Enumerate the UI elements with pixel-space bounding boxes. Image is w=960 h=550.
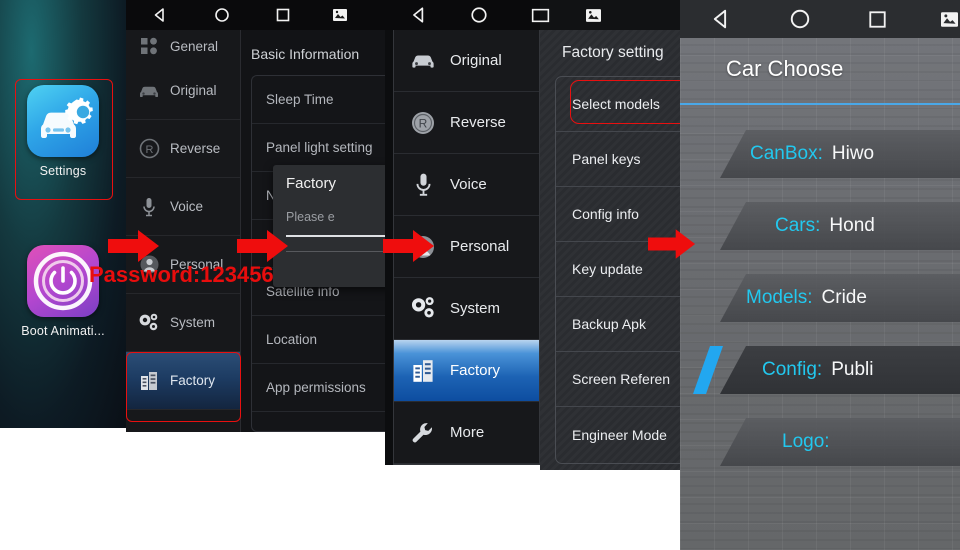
sidebar-item-reverse[interactable]: R Reverse — [126, 120, 240, 178]
navigation-bar — [680, 0, 960, 38]
list-item[interactable]: Sleep Time — [252, 76, 385, 124]
car-choose-panel: Car Choose CanBox: Hiwo Cars: Hond Model… — [680, 0, 960, 550]
launcher-panel: Settings Boot Animati... — [0, 0, 126, 428]
gears-icon — [408, 294, 438, 324]
row-key: Config: — [762, 359, 823, 380]
sidebar-label: Reverse — [450, 114, 506, 131]
dialog-divider — [286, 251, 385, 252]
screenshot-icon[interactable] — [941, 11, 958, 27]
app-label-boot-animation: Boot Animati... — [21, 324, 105, 338]
sidebar-label: Voice — [170, 199, 204, 214]
navigation-bar — [126, 0, 385, 30]
list-item[interactable]: Location — [252, 316, 385, 364]
page-title: Car Choose — [726, 56, 844, 81]
row-canbox[interactable]: CanBox: Hiwo — [680, 120, 960, 192]
reverse-r-icon: R — [408, 108, 438, 138]
row-value: Publi — [831, 359, 874, 380]
row-value: Hiwo — [831, 143, 875, 164]
factory-highlight-box — [126, 352, 241, 422]
row-cars[interactable]: Cars: Hond — [680, 192, 960, 264]
row-config[interactable]: Config: Publi — [680, 336, 960, 408]
recents-icon[interactable] — [867, 9, 888, 30]
dialog-input-underline[interactable] — [286, 235, 385, 237]
car-choose-content: Car Choose CanBox: Hiwo Cars: Hond Model… — [680, 38, 960, 550]
list-item-engineer-mode[interactable]: Engineer Mode — [556, 407, 680, 462]
car-icon — [136, 78, 162, 104]
microphone-icon — [136, 194, 162, 220]
sidebar-item-original[interactable]: Original — [126, 62, 240, 120]
flow-arrow-2 — [237, 228, 289, 269]
car-icon — [408, 46, 438, 76]
page-title: Factory setting — [562, 44, 664, 61]
password-dialog: Factory Please e CAN — [273, 165, 385, 287]
sidebar-label: Personal — [450, 238, 510, 255]
grid-icon — [136, 33, 162, 59]
list-item-panel-keys[interactable]: Panel keys — [556, 132, 680, 187]
sidebar-label: Factory — [450, 362, 501, 379]
list-item-screen-reference[interactable]: Screen Referen — [556, 352, 680, 407]
navigation-bar — [540, 0, 680, 30]
sidebar-label: System — [450, 300, 501, 317]
row-value: Hond — [829, 215, 875, 236]
home-icon[interactable] — [789, 8, 811, 30]
screenshot-icon[interactable] — [586, 8, 601, 22]
selection-indicator — [693, 346, 723, 394]
reverse-r-icon: R — [136, 136, 162, 162]
sidebar-item-original[interactable]: Original — [394, 30, 539, 92]
row-key: Logo: — [782, 431, 830, 452]
factory-list: Select models Panel keys Config info Key… — [555, 76, 680, 464]
recents-icon[interactable] — [275, 7, 291, 23]
screenshot-icon[interactable] — [333, 9, 347, 21]
sidebar-item-system[interactable]: System — [394, 278, 539, 340]
sidebar-label: Reverse — [170, 141, 221, 156]
car-choose-rows: CanBox: Hiwo Cars: Hond Models: Cride Co… — [680, 120, 960, 550]
settings-highlight-box — [15, 79, 113, 200]
home-icon[interactable] — [214, 7, 230, 23]
page-title: Basic Information — [251, 46, 360, 62]
row-key: Cars: — [775, 215, 821, 236]
microphone-icon — [408, 170, 438, 200]
flow-arrow-4 — [648, 226, 696, 267]
row-models[interactable]: Models: Cride — [680, 264, 960, 336]
back-icon[interactable] — [410, 6, 428, 24]
navigation-bar — [385, 0, 540, 30]
sidebar-label: Voice — [450, 176, 487, 193]
row-value: Cride — [821, 287, 867, 308]
list-item[interactable]: App permissions — [252, 364, 385, 412]
sidebar-item-reverse[interactable]: R Reverse — [394, 92, 539, 154]
dialog-title: Factory — [286, 175, 337, 192]
settings-panel: General Original R Reverse Voice Persona… — [126, 0, 385, 432]
select-models-highlight-box — [570, 80, 680, 124]
recents-icon[interactable] — [540, 7, 551, 24]
flow-arrow-1 — [108, 228, 160, 269]
recents-icon[interactable] — [530, 7, 540, 24]
sidebar-item-factory[interactable]: Factory — [394, 340, 539, 402]
row-key: Models: — [746, 287, 813, 308]
wrench-icon — [408, 418, 438, 448]
sidebar-label: Original — [170, 83, 217, 98]
sidebar-label: Original — [450, 52, 502, 69]
sidebar-item-voice[interactable]: Voice — [394, 154, 539, 216]
dialog-message: Please e — [286, 210, 335, 224]
back-icon[interactable] — [152, 7, 168, 23]
home-icon[interactable] — [470, 6, 488, 24]
flow-arrow-3 — [383, 228, 435, 269]
gears-icon — [136, 310, 162, 336]
sidebar-label: System — [170, 315, 216, 330]
list-item-backup-apk[interactable]: Backup Apk — [556, 297, 680, 352]
sidebar-item-system[interactable]: System — [126, 294, 240, 352]
back-icon[interactable] — [710, 8, 732, 30]
sidebar-label: More — [450, 424, 485, 441]
sidebar-item-general[interactable]: General — [126, 30, 240, 62]
svg-text:R: R — [419, 116, 428, 130]
row-logo[interactable]: Logo: — [680, 408, 960, 480]
building-icon — [408, 356, 438, 386]
row-key: CanBox: — [750, 143, 823, 164]
title-divider — [680, 103, 960, 105]
sidebar-label: General — [170, 38, 219, 54]
svg-text:R: R — [145, 144, 153, 156]
sidebar-item-more[interactable]: More — [394, 402, 539, 464]
